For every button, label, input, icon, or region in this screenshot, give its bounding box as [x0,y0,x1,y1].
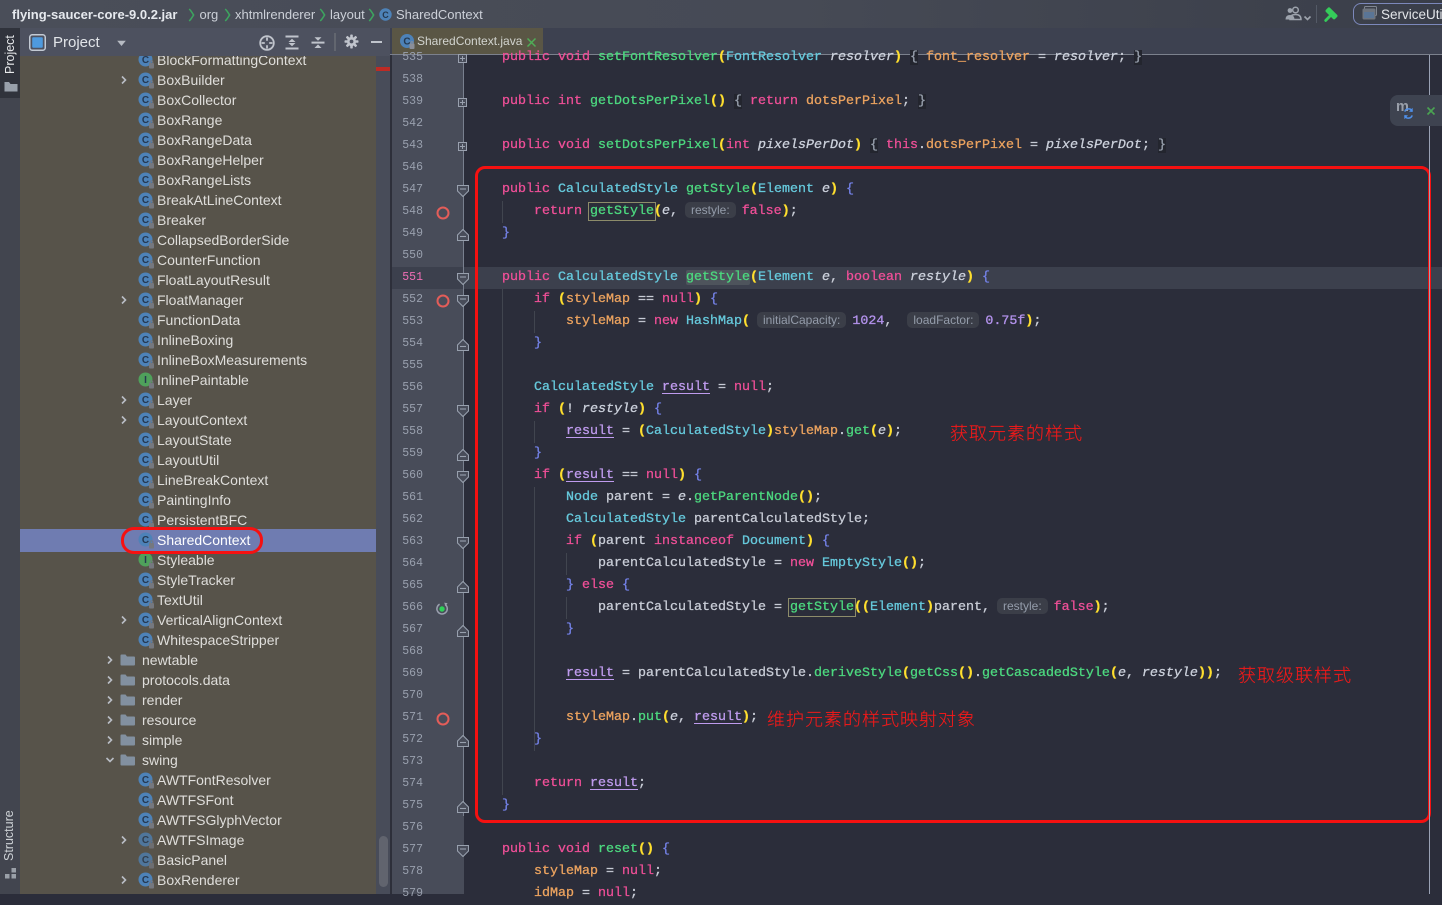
svg-text:C: C [142,575,149,586]
svg-text:C: C [142,95,149,106]
svg-text:C: C [142,515,149,526]
svg-text:C: C [142,835,149,846]
svg-text:C: C [142,335,149,346]
svg-text:C: C [142,355,149,366]
svg-text:C: C [142,215,149,226]
svg-text:C: C [142,175,149,186]
svg-text:C: C [142,395,149,406]
svg-text:C: C [142,235,149,246]
svg-text:C: C [142,475,149,486]
svg-text:C: C [142,195,149,206]
svg-text:C: C [142,855,149,866]
svg-text:C: C [142,275,149,286]
svg-text:C: C [142,495,149,506]
svg-text:I: I [144,555,147,566]
svg-text:C: C [142,255,149,266]
svg-text:C: C [142,55,149,66]
svg-text:C: C [142,435,149,446]
svg-text:C: C [142,815,149,826]
svg-text:C: C [142,795,149,806]
svg-text:C: C [142,415,149,426]
svg-text:C: C [142,635,149,646]
svg-text:C: C [142,875,149,886]
svg-text:C: C [142,615,149,626]
svg-text:C: C [142,135,149,146]
svg-text:C: C [142,295,149,306]
svg-text:C: C [142,775,149,786]
svg-text:C: C [382,10,389,20]
svg-text:C: C [142,75,149,86]
svg-text:C: C [142,115,149,126]
svg-text:C: C [142,595,149,606]
svg-text:I: I [144,375,147,386]
svg-text:C: C [142,155,149,166]
svg-text:C: C [142,315,149,326]
svg-text:C: C [142,455,149,466]
